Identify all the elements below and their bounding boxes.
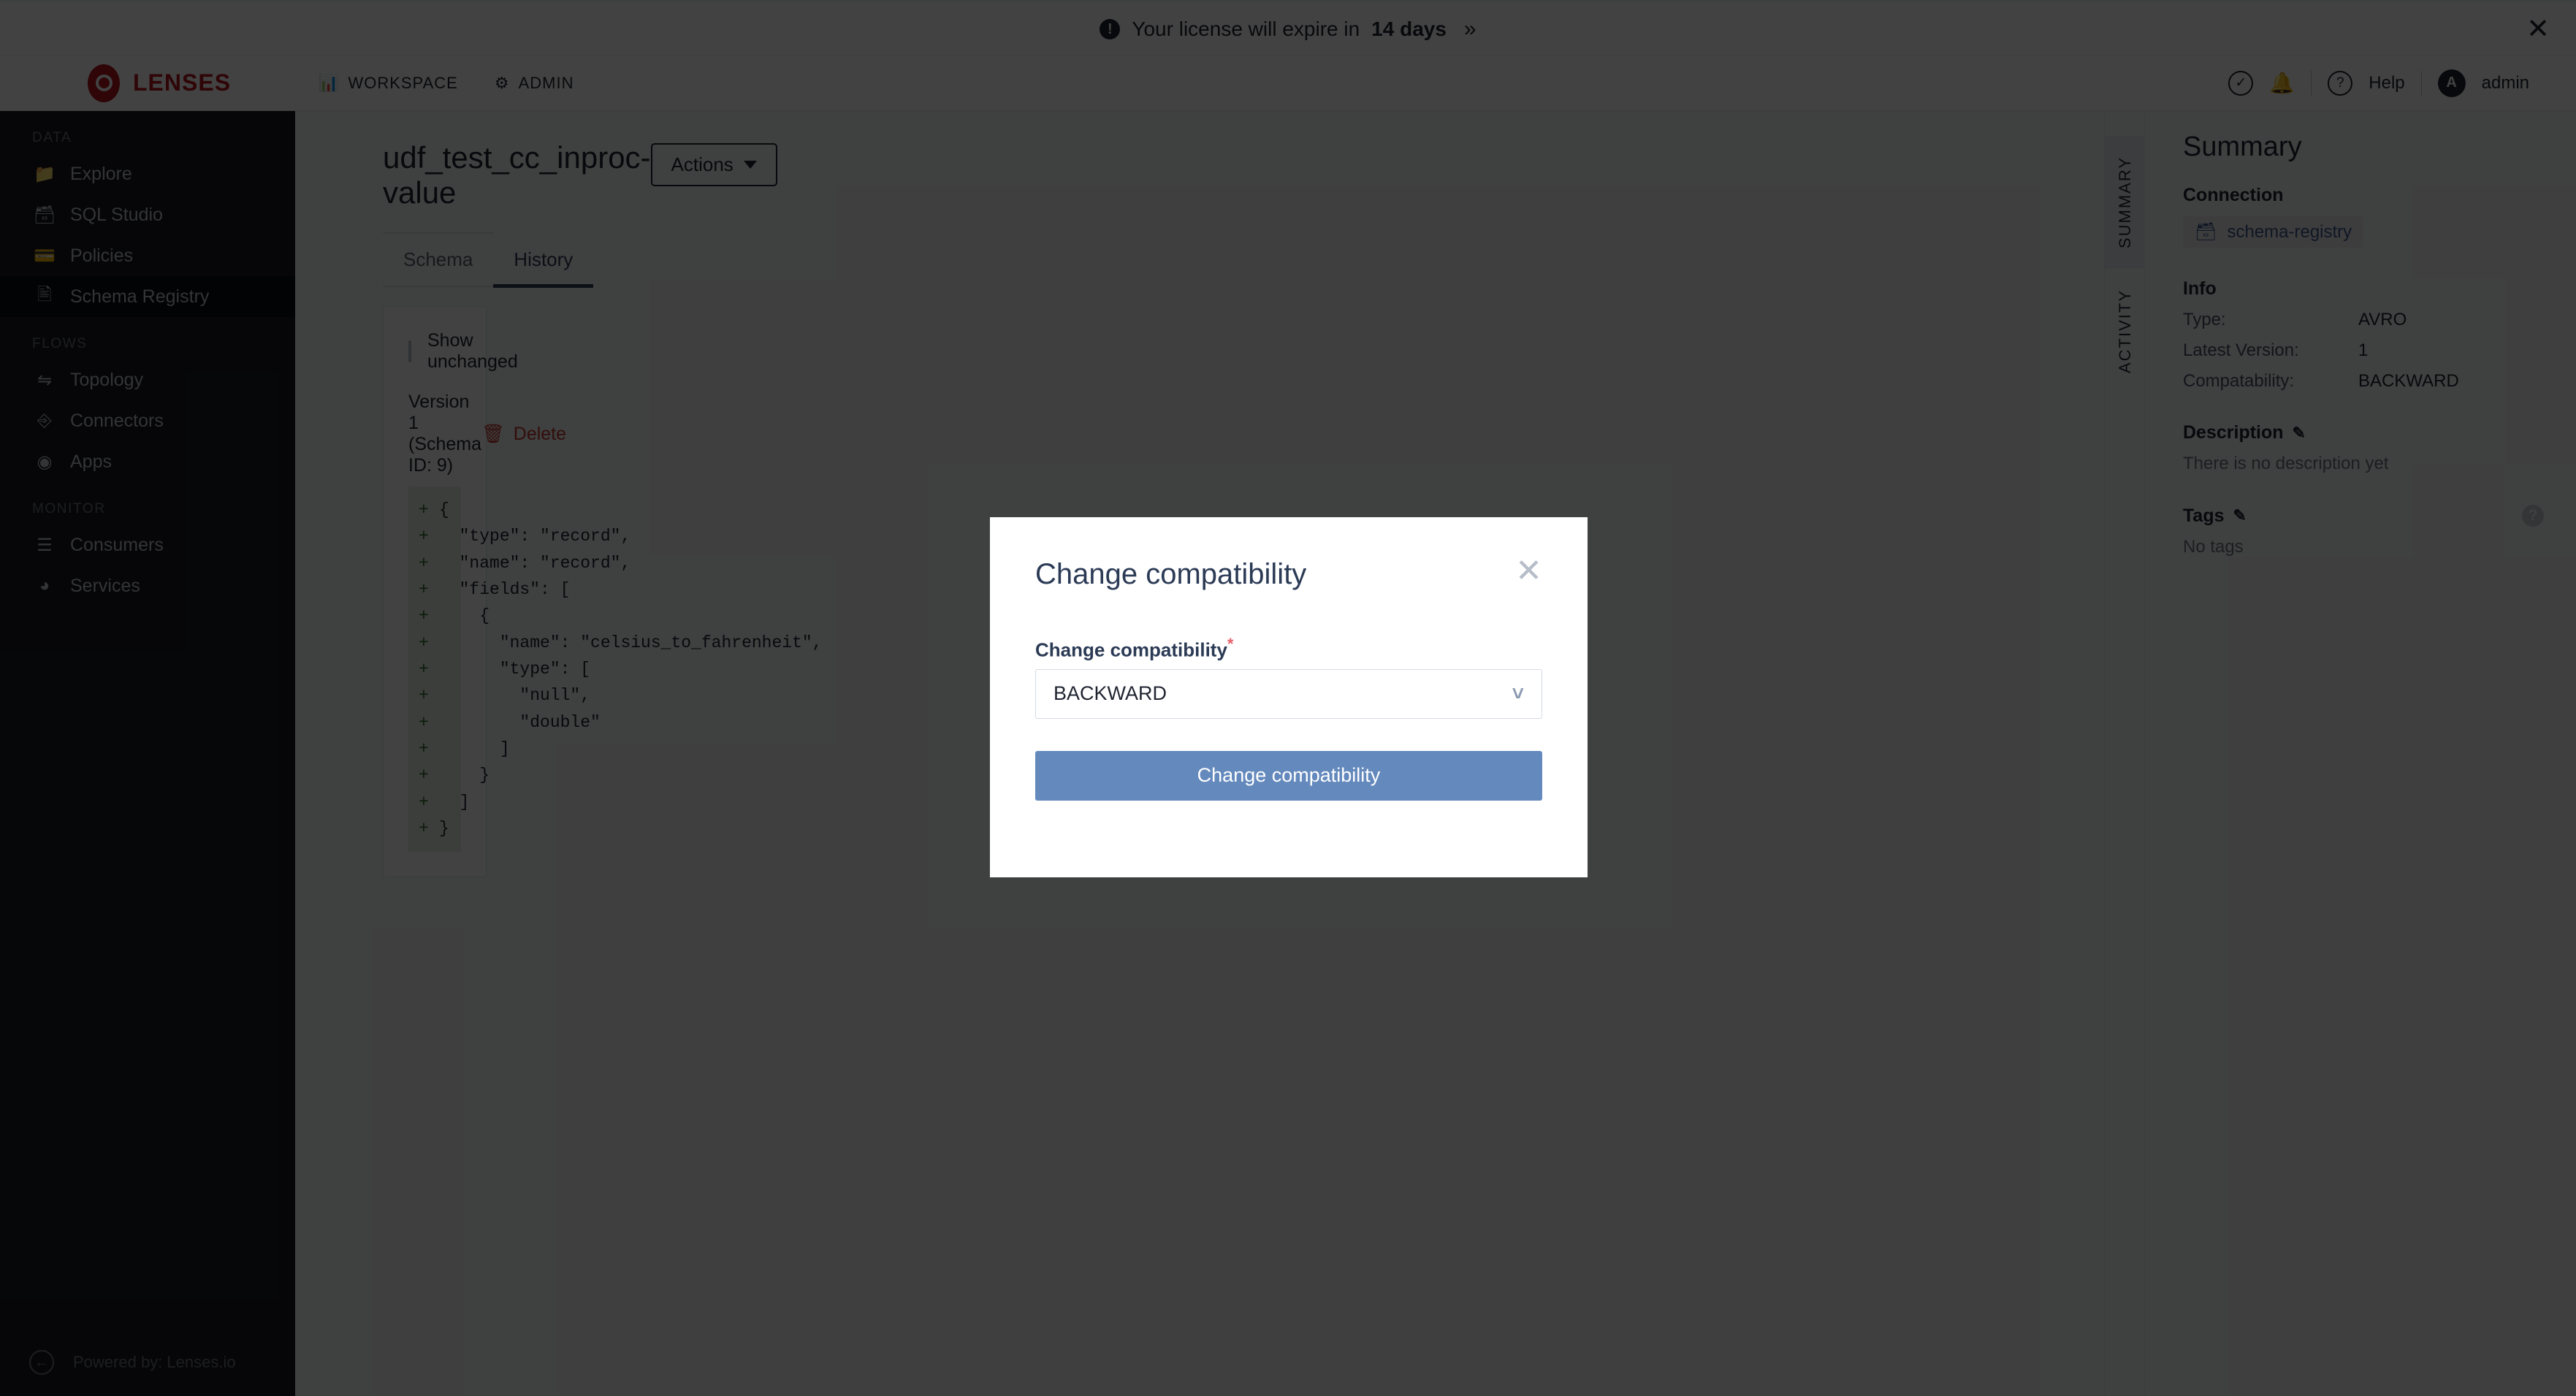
- close-icon[interactable]: ✕: [1515, 554, 1542, 587]
- modal-header: Change compatibility ✕: [1035, 554, 1542, 591]
- change-compatibility-modal: Change compatibility ✕ Change compatibil…: [990, 517, 1588, 877]
- compatibility-select[interactable]: BACKWARD ˅: [1035, 668, 1542, 719]
- compatibility-field-label: Change compatibility*: [1035, 635, 1542, 662]
- compatibility-field-label-text: Change compatibility: [1035, 638, 1227, 661]
- change-compatibility-submit-button[interactable]: Change compatibility: [1035, 750, 1542, 801]
- required-marker: *: [1227, 635, 1234, 653]
- compatibility-select-value: BACKWARD: [1053, 682, 1167, 705]
- chevron-down-icon: ˅: [1512, 682, 1524, 705]
- modal-title: Change compatibility: [1035, 558, 1307, 590]
